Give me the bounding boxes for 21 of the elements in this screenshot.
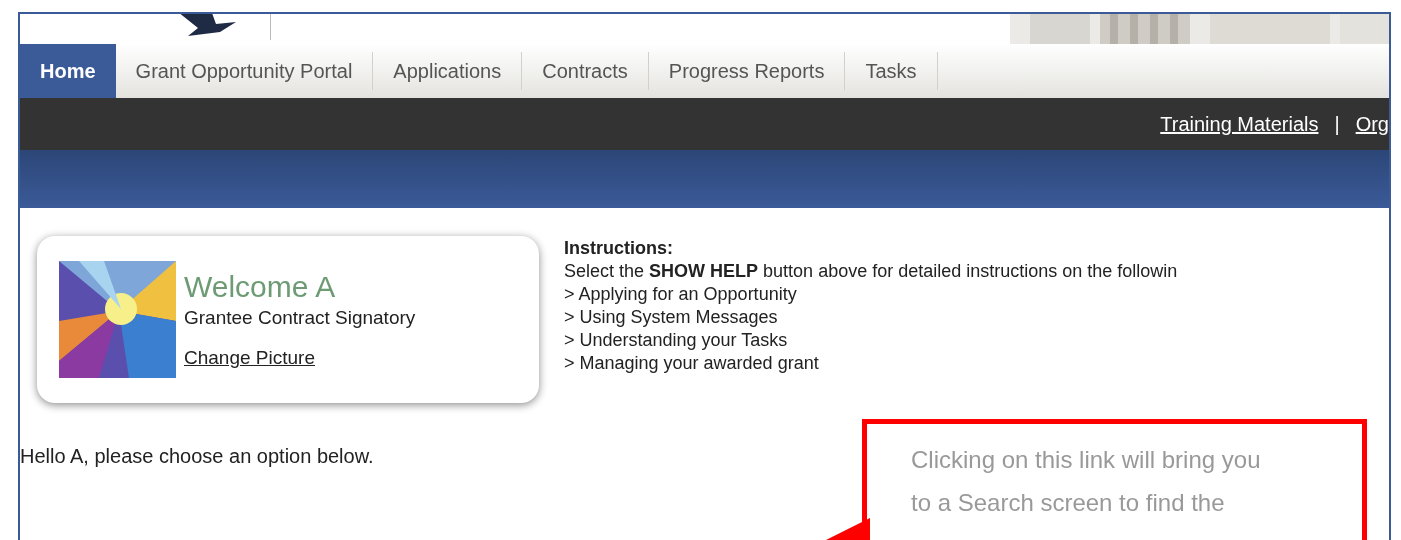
callout-text: to a Search screen to find the xyxy=(911,488,1226,518)
instructions-heading: Instructions: xyxy=(564,237,674,260)
link-separator: | xyxy=(1333,112,1341,137)
callout-text: Clicking on this link will bring you xyxy=(911,445,1262,475)
greeting-text: Hello A, please choose an option below. xyxy=(20,444,374,469)
instruction-item: > Using System Messages xyxy=(564,306,779,329)
welcome-title: Welcome A xyxy=(184,268,337,305)
change-picture-link[interactable]: Change Picture xyxy=(184,344,315,371)
instruction-item: > Understanding your Tasks xyxy=(564,329,789,352)
utility-link[interactable]: Org xyxy=(1355,109,1389,139)
nav-tab[interactable]: Tasks xyxy=(845,52,938,90)
instructions-text: Select the SHOW HELP button above for detailed instructions on the followin xyxy=(564,260,1178,283)
nav-tab[interactable]: Grant Opportunity Portal xyxy=(115,52,374,90)
nav-tab[interactable]: Home xyxy=(20,44,116,98)
instruction-item: > Managing your awarded grant xyxy=(564,352,820,375)
nav-tab[interactable]: Progress Reports xyxy=(648,52,846,90)
utility-link[interactable]: Training Materials xyxy=(1160,109,1319,139)
user-role: Grantee Contract Signatory xyxy=(184,305,416,330)
nav-tab[interactable]: Applications xyxy=(373,52,523,90)
nav-tab[interactable]: Contracts xyxy=(522,52,649,90)
instruction-item: > Applying for an Opportunity xyxy=(564,283,798,306)
